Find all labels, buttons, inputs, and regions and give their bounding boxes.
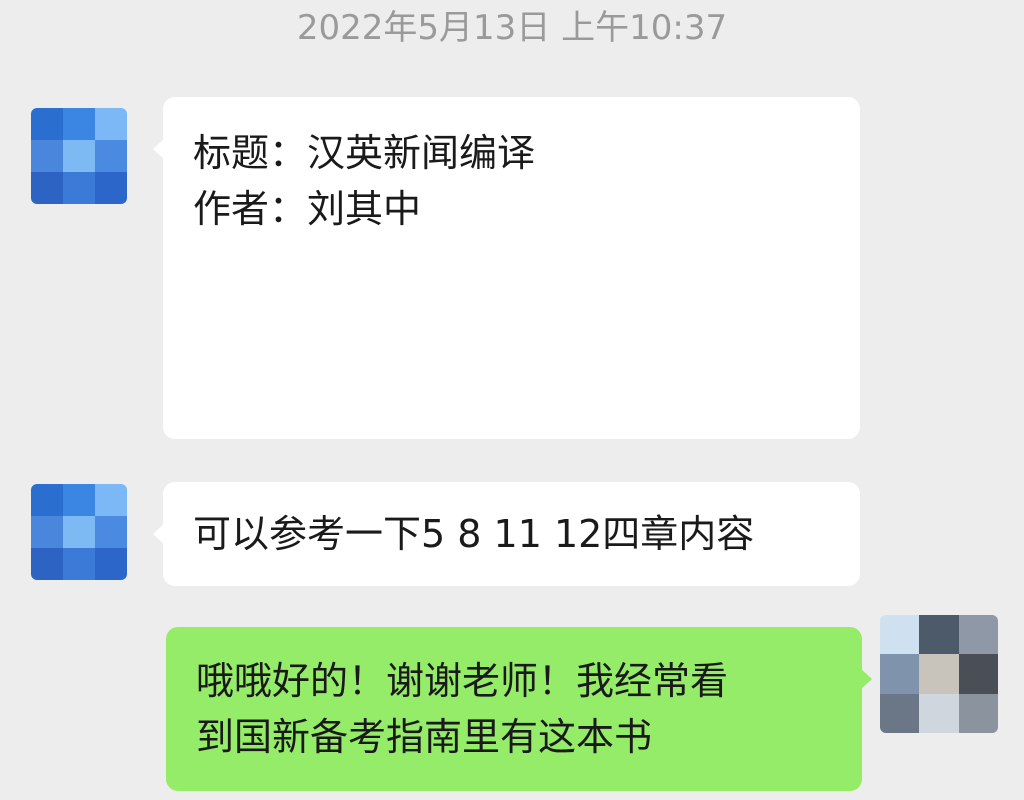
message-text-line: 标题：汉英新闻编译 bbox=[193, 131, 536, 175]
avatar-pixel bbox=[95, 516, 127, 548]
avatar-pixel bbox=[958, 615, 998, 655]
bubble-tail bbox=[153, 524, 164, 544]
avatar-pixel bbox=[880, 693, 920, 733]
avatar-pixel bbox=[31, 516, 63, 548]
avatar-pixel bbox=[95, 140, 127, 172]
message-bubble-outgoing[interactable]: 哦哦好的！谢谢老师！我经常看 到国新备考指南里有这本书 bbox=[166, 627, 872, 791]
avatar-pixel bbox=[880, 615, 920, 655]
message-text-line: 可以参考一下5 8 11 12四章内容 bbox=[193, 512, 755, 556]
avatar-pixel bbox=[95, 548, 127, 580]
message-text-line: 作者：刘其中 bbox=[193, 187, 422, 231]
message-bubble-incoming[interactable]: 标题：汉英新闻编译 作者：刘其中 bbox=[153, 97, 860, 439]
avatar-pixel bbox=[95, 172, 127, 204]
avatar-self[interactable] bbox=[880, 615, 998, 733]
bubble-tail bbox=[153, 139, 164, 159]
avatar-pixel bbox=[63, 548, 95, 580]
avatar-pixel bbox=[31, 548, 63, 580]
avatar-pixel bbox=[95, 108, 127, 140]
avatar-teacher[interactable] bbox=[31, 484, 127, 580]
avatar-pixel bbox=[63, 484, 95, 516]
avatar-pixel bbox=[31, 140, 63, 172]
avatar-pixel bbox=[63, 172, 95, 204]
avatar-pixel bbox=[880, 654, 920, 694]
avatar-pixel bbox=[63, 108, 95, 140]
chat-timestamp: 2022年5月13日 上午10:37 bbox=[296, 8, 728, 48]
avatar-pixel bbox=[63, 140, 95, 172]
avatar-pixel bbox=[95, 484, 127, 516]
avatar-pixel bbox=[63, 516, 95, 548]
avatar-pixel bbox=[919, 693, 959, 733]
avatar-teacher[interactable] bbox=[31, 108, 127, 204]
bubble-tail bbox=[861, 669, 872, 689]
avatar-pixel bbox=[31, 108, 63, 140]
message-text-line: 哦哦好的！谢谢老师！我经常看 bbox=[196, 659, 729, 703]
avatar-pixel bbox=[958, 654, 998, 694]
avatar-pixel bbox=[31, 172, 63, 204]
message-bubble-incoming[interactable]: 可以参考一下5 8 11 12四章内容 bbox=[153, 482, 860, 586]
avatar-pixel bbox=[958, 693, 998, 733]
avatar-pixel bbox=[31, 484, 63, 516]
message-text-line: 到国新备考指南里有这本书 bbox=[196, 715, 653, 759]
avatar-pixel bbox=[919, 615, 959, 655]
avatar-pixel bbox=[919, 654, 959, 694]
